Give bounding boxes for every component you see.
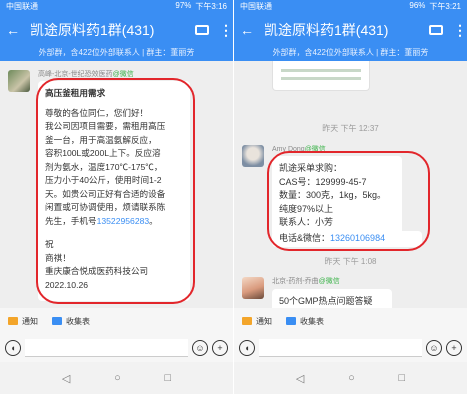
previous-image-message[interactable] [272,61,370,91]
nav-back-icon[interactable]: ◁ [296,372,304,385]
status-bar: 中国联通 97% 下午3:16 [0,0,233,13]
time-divider: 昨天 下午 1:08 [324,257,377,266]
left-chat-screen: 中国联通 97% 下午3:16 ← 凯途原料药1群(431) ⋮ 外部群，含42… [0,0,233,394]
message-list: 昨天 下午 12:37 Amy Dong@微信 凯途采单求购： CAS号：129… [234,61,467,308]
collect-form-button[interactable]: 收集表 [286,316,324,327]
highlight-ring [36,78,195,304]
chat-toolbar: 通知 收集表 [0,308,233,334]
form-icon [286,317,296,325]
carrier-label: 中国联通 [240,2,272,11]
emoji-icon[interactable]: ☺ [426,340,442,356]
input-bar: ◖ ☺ + [0,334,233,362]
nav-home-icon[interactable]: ○ [348,372,355,384]
message-input[interactable] [259,339,422,357]
nav-back-icon[interactable]: ◁ [62,372,70,385]
right-chat-screen: 中国联通 96% 下午3:21 ← 凯途原料药1群(431) ⋮ 外部群，含42… [234,0,467,394]
image-thumb-line [281,77,361,80]
wechat-tag: @微信 [318,278,340,285]
chat-toolbar: 通知 收集表 [234,308,467,334]
nav-recents-icon[interactable]: □ [398,372,405,384]
more-options-icon[interactable]: ⋮ [219,22,233,39]
group-subtitle: 外部群，含422位外部联系人 | 群主：董丽芳 [234,47,467,61]
notice-button[interactable]: 通知 [242,316,272,327]
nav-home-icon[interactable]: ○ [114,372,121,384]
avatar[interactable] [242,145,264,167]
emoji-icon[interactable]: ☺ [192,340,208,356]
back-arrow-icon[interactable]: ← [240,22,258,38]
avatar[interactable] [242,277,264,299]
form-icon [52,317,62,325]
wechat-tag: @微信 [112,71,134,78]
group-title: 凯途原料药1群(431) [30,22,155,38]
plus-icon[interactable]: + [446,340,462,356]
chat-header: ← 凯途原料药1群(431) ⋮ [234,13,467,47]
image-thumb-line [281,69,361,72]
highlight-ring [267,151,430,251]
system-nav-bar: ◁ ○ □ [234,362,467,394]
battery-label: 97% [175,1,192,10]
avatar[interactable] [8,70,30,92]
collect-form-button[interactable]: 收集表 [52,316,90,327]
carrier-label: 中国联通 [6,2,38,11]
clock-label: 下午3:16 [195,2,227,11]
group-title: 凯途原料药1群(431) [264,22,389,38]
voice-icon[interactable]: ◖ [5,340,21,356]
video-call-icon[interactable] [195,25,209,35]
battery-label: 96% [409,1,426,10]
input-bar: ◖ ☺ + [234,334,467,362]
system-nav-bar: ◁ ○ □ [0,362,233,394]
status-bar: 中国联通 96% 下午3:21 [234,0,467,13]
back-arrow-icon[interactable]: ← [6,22,24,38]
message-sender: 北京-药剂-乔曲@微信 [272,278,340,285]
group-subtitle: 外部群，含422位外部联系人 | 群主：董丽芳 [0,47,233,61]
message-bubble[interactable]: 50个GMP热点问题答疑 [272,289,392,308]
voice-icon[interactable]: ◖ [239,340,255,356]
nav-recents-icon[interactable]: □ [164,372,171,384]
message-list: 高峰-北京-世纪恐效医药@微信 高压釜租用需求 尊敬的各位同仁，您们好！ 我公司… [0,61,233,308]
plus-icon[interactable]: + [212,340,228,356]
video-call-icon[interactable] [429,25,443,35]
chat-header: ← 凯途原料药1群(431) ⋮ [0,13,233,47]
more-options-icon[interactable]: ⋮ [453,22,467,39]
megaphone-icon [242,317,252,325]
megaphone-icon [8,317,18,325]
time-divider: 昨天 下午 12:37 [322,124,379,133]
message-input[interactable] [25,339,188,357]
clock-label: 下午3:21 [429,2,461,11]
notice-button[interactable]: 通知 [8,316,38,327]
